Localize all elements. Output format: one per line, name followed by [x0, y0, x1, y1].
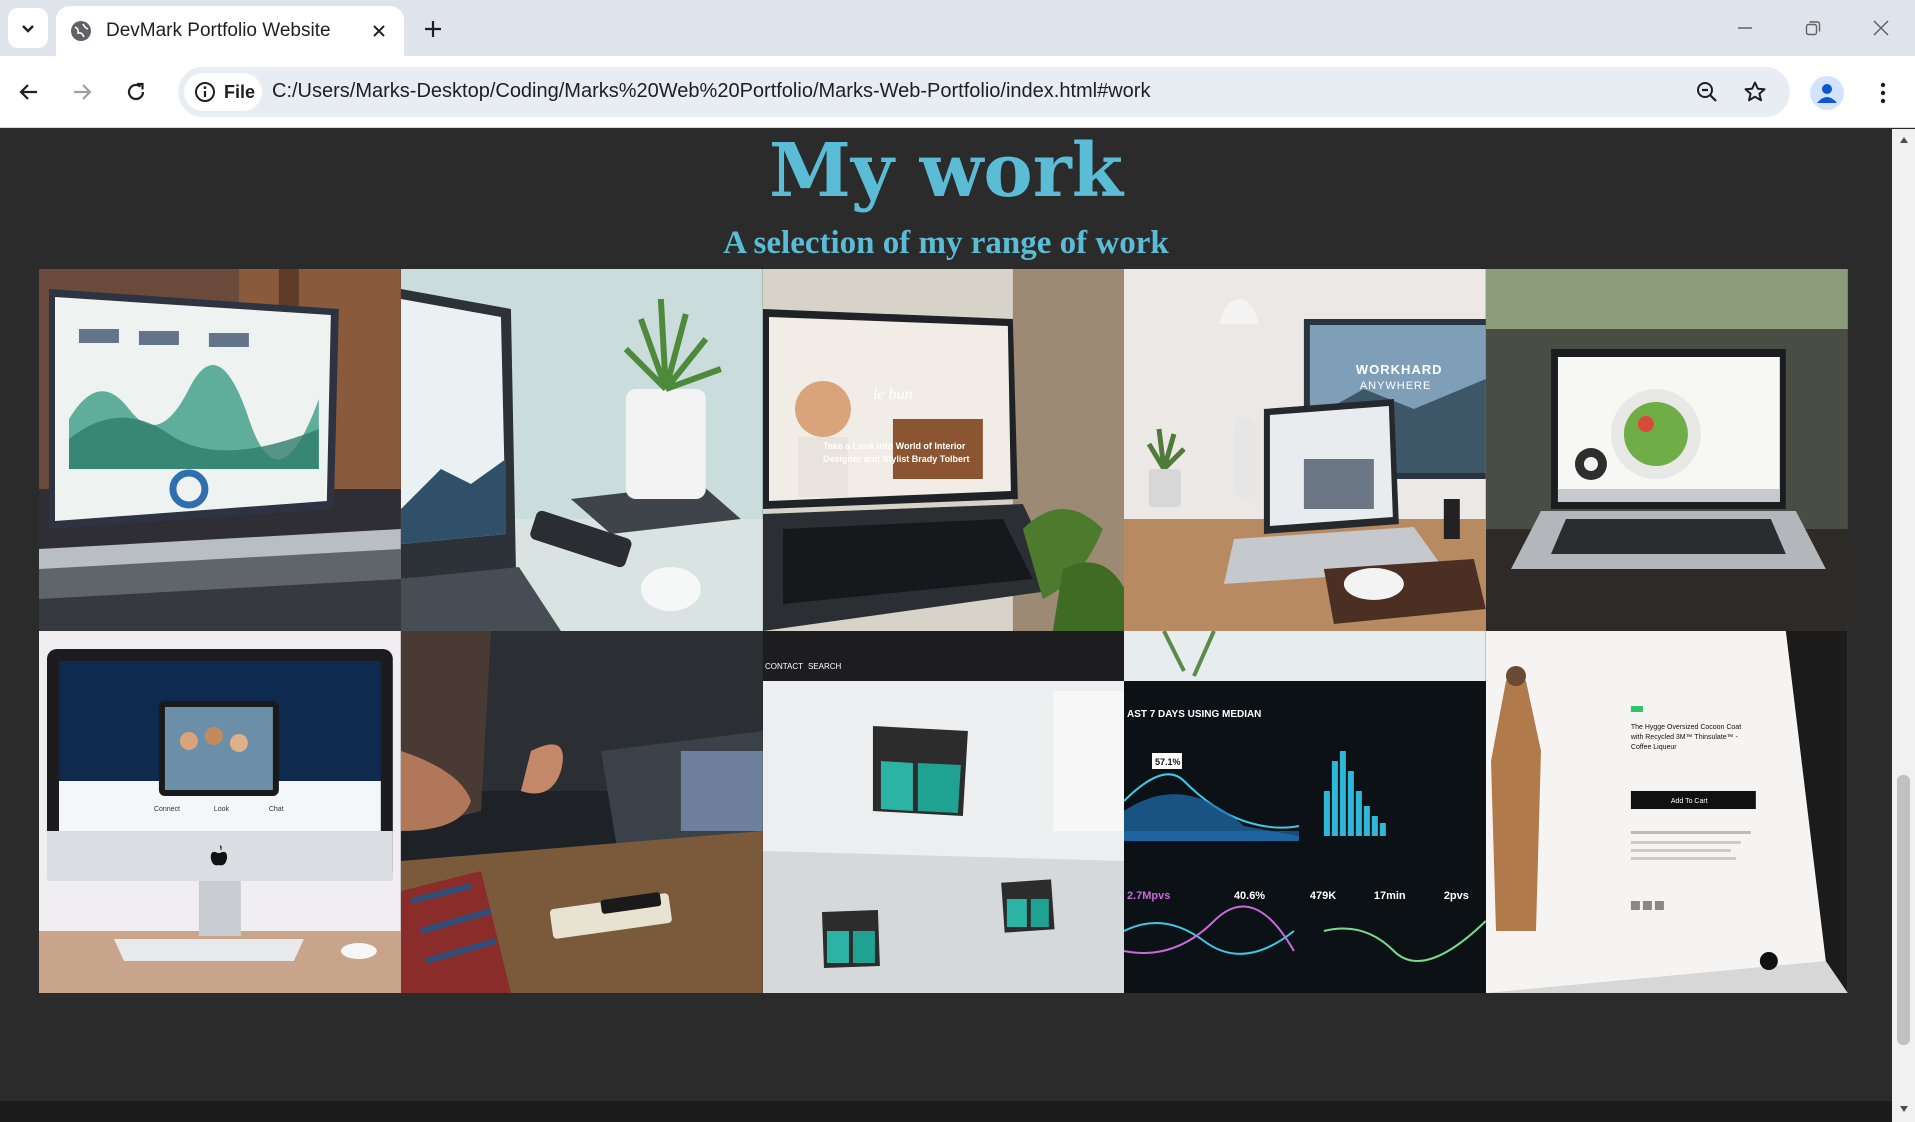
- meeting-photo: [400, 631, 763, 993]
- gallery-tile-laptop-plant[interactable]: [400, 269, 763, 631]
- workhard-desk-photo: WORKHARD ANYWHERE: [1124, 269, 1487, 631]
- profile-icon: [1817, 84, 1837, 103]
- svg-text:40.6%: 40.6%: [1234, 890, 1265, 902]
- svg-text:SEARCH: SEARCH: [808, 662, 841, 671]
- svg-text:2.7Mpvs: 2.7Mpvs: [1127, 890, 1170, 902]
- svg-text:le bun: le bun: [873, 386, 913, 403]
- new-tab-button[interactable]: [418, 14, 448, 44]
- svg-text:WORKHARD: WORKHARD: [1356, 362, 1443, 377]
- scroll-up-button[interactable]: [1897, 133, 1910, 147]
- laptop-food-photo: [1486, 269, 1848, 631]
- chip-label: File: [224, 81, 256, 102]
- zoom-button[interactable]: [1692, 77, 1722, 107]
- active-tab[interactable]: DevMark Portfolio Website: [56, 6, 404, 56]
- svg-text:Look: Look: [214, 806, 230, 813]
- svg-text:AST 7 DAYS USING MEDIAN: AST 7 DAYS USING MEDIAN: [1127, 709, 1261, 720]
- gallery-tile-laptop-interior-website[interactable]: le bun Take a Look into World of Interio…: [762, 269, 1125, 631]
- laptop-dashboard-photo: [39, 269, 401, 631]
- gallery-tile-laptop-food-site[interactable]: [1486, 269, 1848, 631]
- back-button[interactable]: [9, 72, 49, 112]
- close-icon: [373, 25, 385, 37]
- footer-bar: [0, 1101, 1892, 1122]
- star-icon: [1744, 81, 1766, 102]
- tab-close-button[interactable]: [368, 20, 390, 42]
- svg-text:The Hygge Oversized Cocoon Coa: The Hygge Oversized Cocoon Coat: [1631, 724, 1741, 731]
- forward-button[interactable]: [62, 72, 102, 112]
- page-subtitle: A selection of my range of work: [723, 225, 1169, 261]
- zoom-icon: [1697, 82, 1717, 102]
- gallery-tile-laptop-dashboard[interactable]: [39, 269, 401, 631]
- gallery-tile-workhard-desk[interactable]: WORKHARD ANYWHERE: [1124, 269, 1487, 631]
- scroll-down-button[interactable]: [1897, 1102, 1910, 1116]
- tab-strip: DevMark Portfolio Website: [0, 0, 1915, 56]
- menu-button[interactable]: [1868, 76, 1898, 110]
- tab-search-button[interactable]: [8, 8, 48, 48]
- laptop-interior-photo: le bun Take a Look into World of Interio…: [762, 269, 1125, 631]
- logo-mockup-photo: CONTACT SEARCH: [762, 631, 1125, 993]
- plus-icon: [425, 21, 441, 37]
- profile-button[interactable]: [1810, 76, 1844, 110]
- reload-button[interactable]: [116, 72, 156, 112]
- forward-icon: [74, 84, 92, 100]
- svg-text:Take a Look into World of Inte: Take a Look into World of Interior: [823, 441, 966, 451]
- scrollbar-thumb[interactable]: [1897, 775, 1910, 1045]
- work-gallery: le bun Take a Look into World of Interio…: [39, 269, 1848, 993]
- svg-text:Designer and Stylist Brady Tol: Designer and Stylist Brady Tolbert: [823, 454, 970, 464]
- window-close-icon: [1873, 20, 1889, 36]
- toolbar: File C:/Users/Marks-Desktop/Coding/Marks…: [0, 56, 1915, 128]
- imac-photo: Connect Look Chat: [39, 631, 401, 993]
- chevron-down-icon: [22, 25, 34, 33]
- info-icon: [195, 82, 215, 102]
- gallery-tile-logo-mockup[interactable]: CONTACT SEARCH: [762, 631, 1125, 993]
- svg-text:Add To Cart: Add To Cart: [1671, 798, 1708, 805]
- back-icon: [19, 84, 37, 100]
- window-close-button[interactable]: [1864, 12, 1898, 44]
- restore-button[interactable]: [1796, 12, 1830, 44]
- svg-text:Coffee Liqueur: Coffee Liqueur: [1631, 744, 1677, 751]
- bookmark-button[interactable]: [1740, 77, 1770, 107]
- more-icon: [1880, 82, 1886, 104]
- globe-icon: [71, 21, 91, 41]
- page-viewport: My work A selection of my range of work: [0, 129, 1892, 1122]
- page-title: My work: [769, 129, 1123, 214]
- url-text[interactable]: C:/Users/Marks-Desktop/Coding/Marks%20We…: [272, 80, 1150, 103]
- arrow-down-icon: [1899, 1106, 1908, 1112]
- svg-text:17min: 17min: [1374, 890, 1406, 902]
- svg-text:Chat: Chat: [269, 806, 284, 813]
- arrow-up-icon: [1899, 137, 1908, 143]
- svg-text:with Recycled 3M™ Thinsulate™: with Recycled 3M™ Thinsulate™ -: [1630, 734, 1739, 741]
- svg-text:2pvs: 2pvs: [1444, 890, 1469, 902]
- svg-text:ANYWHERE: ANYWHERE: [1360, 380, 1431, 392]
- minimize-icon: [1738, 27, 1752, 29]
- laptop-plant-photo: [400, 269, 763, 631]
- gallery-tile-ecommerce-coat[interactable]: The Hygge Oversized Cocoon Coat with Rec…: [1486, 631, 1848, 993]
- gallery-tile-analytics-dashboard[interactable]: AST 7 DAYS USING MEDIAN 57.1% 2.7Mpvs 40…: [1124, 631, 1487, 993]
- reload-icon: [127, 82, 145, 101]
- svg-text:479K: 479K: [1310, 890, 1336, 902]
- restore-icon: [1805, 21, 1821, 36]
- ecommerce-photo: The Hygge Oversized Cocoon Coat with Rec…: [1486, 631, 1848, 993]
- address-bar[interactable]: File C:/Users/Marks-Desktop/Coding/Marks…: [178, 67, 1790, 117]
- page-scrollbar[interactable]: [1892, 129, 1915, 1122]
- site-info-chip[interactable]: File: [184, 73, 262, 111]
- svg-text:CONTACT: CONTACT: [765, 662, 803, 671]
- minimize-button[interactable]: [1728, 12, 1762, 44]
- tab-title: DevMark Portfolio Website: [106, 20, 331, 41]
- analytics-photo: AST 7 DAYS USING MEDIAN 57.1% 2.7Mpvs 40…: [1124, 631, 1487, 993]
- svg-text:Connect: Connect: [154, 806, 180, 813]
- svg-text:57.1%: 57.1%: [1155, 757, 1180, 767]
- gallery-tile-imac-website[interactable]: Connect Look Chat: [39, 631, 401, 993]
- gallery-tile-meeting-hands[interactable]: [400, 631, 763, 993]
